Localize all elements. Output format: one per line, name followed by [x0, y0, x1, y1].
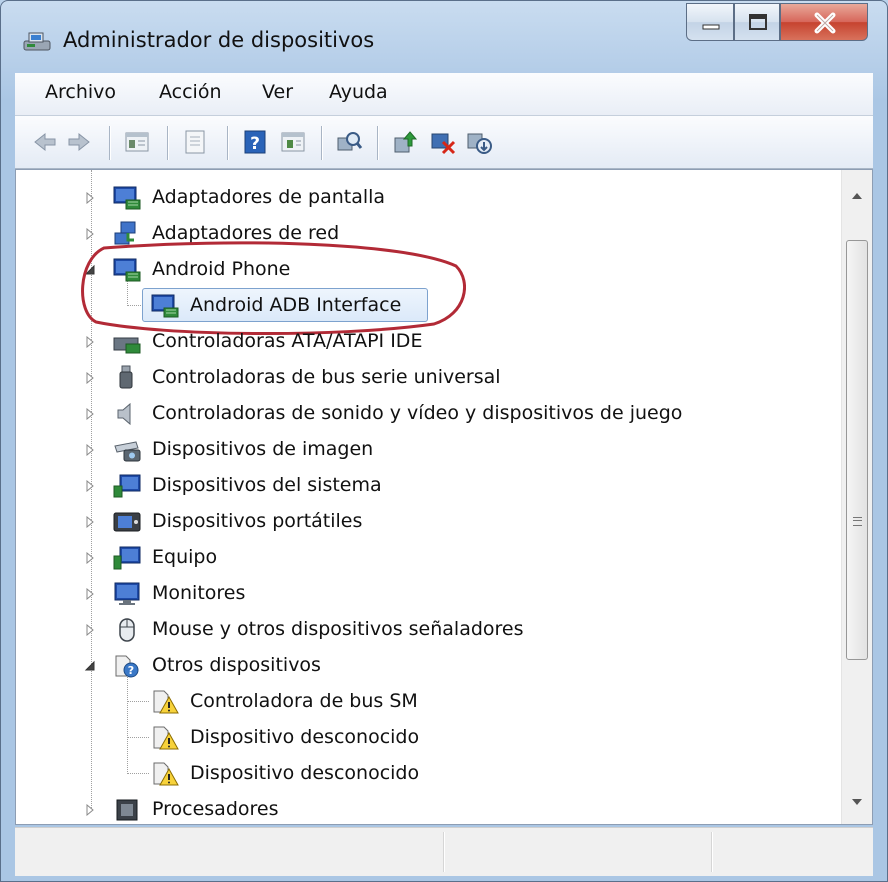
other-devices-icon: ? [115, 655, 139, 678]
tree-item-label: Controladoras de sonido y vídeo y dispos… [152, 402, 683, 424]
tree-item-label: Dispositivo desconocido [190, 762, 420, 784]
help-icon[interactable]: ? [241, 128, 269, 156]
status-bar [15, 827, 873, 876]
scroll-down-arrow-icon[interactable] [851, 798, 863, 806]
menu-accion[interactable]: Acción [159, 81, 222, 103]
processor-icon [116, 799, 138, 821]
grip-icon [853, 517, 862, 526]
tree-item-monitores[interactable]: Monitores [16, 578, 842, 612]
tree-item-otros-dispositivos[interactable]: ? Otros dispositivos [16, 650, 842, 684]
collapse-arrow-icon[interactable] [84, 660, 96, 672]
scroll-up-arrow-icon[interactable] [851, 192, 863, 200]
tree-item-equipo[interactable]: Equipo [16, 542, 842, 576]
tree-item-dispositivos-sistema[interactable]: Dispositivos del sistema [16, 470, 842, 504]
expand-arrow-icon[interactable] [84, 624, 96, 636]
svg-text:?: ? [250, 134, 260, 154]
tree-item-label: Controladoras de bus serie universal [152, 366, 501, 388]
forward-icon[interactable] [65, 128, 93, 156]
expand-arrow-icon[interactable] [84, 552, 96, 564]
tree-item-controladoras-usb[interactable]: Controladoras de bus serie universal [16, 362, 842, 396]
tree-item-label: Mouse y otros dispositivos señaladores [152, 618, 524, 640]
properties-grid-icon[interactable] [123, 128, 151, 156]
tree-item-mouse[interactable]: Mouse y otros dispositivos señaladores [16, 614, 842, 648]
expand-arrow-icon[interactable] [84, 336, 96, 348]
disable-device-icon[interactable] [429, 128, 457, 156]
tree-item-label: Monitores [152, 582, 246, 604]
tree-item-label: Adaptadores de pantalla [152, 186, 386, 208]
menu-bar: Archivo Acción Ver Ayuda [15, 73, 873, 116]
tree-item-controladora-bus-sm[interactable]: Controladora de bus SM [16, 686, 842, 720]
vertical-scrollbar[interactable] [841, 170, 872, 824]
close-icon [814, 12, 836, 34]
expand-arrow-icon[interactable] [84, 480, 96, 492]
minimize-icon [702, 24, 720, 30]
expand-arrow-icon[interactable] [84, 372, 96, 384]
menu-ver[interactable]: Ver [262, 81, 293, 103]
help-panel-icon[interactable] [181, 128, 209, 156]
device-tree[interactable]: Adaptadores de pantalla Adaptadores de r… [15, 169, 873, 825]
ide-controller-icon [113, 337, 141, 354]
scrollbar-thumb[interactable] [846, 240, 868, 660]
tree-item-label: Procesadores [152, 798, 279, 820]
computer-icon [113, 546, 141, 570]
tree-item-label: Controladora de bus SM [190, 690, 418, 712]
device-manager-window: Administrador de dispositivos Archivo Ac… [0, 0, 888, 882]
tree-item-dispositivo-desconocido[interactable]: Dispositivo desconocido [16, 758, 842, 792]
tree-item-dispositivos-imagen[interactable]: Dispositivos de imagen [16, 434, 842, 468]
expand-arrow-icon[interactable] [84, 588, 96, 600]
expand-arrow-icon[interactable] [84, 444, 96, 456]
tree-item-label: Controladoras ATA/ATAPI IDE [152, 330, 423, 352]
update-driver-icon[interactable] [391, 128, 419, 156]
menu-ayuda[interactable]: Ayuda [329, 81, 388, 103]
unknown-device-warning-icon [153, 762, 179, 786]
uninstall-device-icon[interactable] [465, 128, 493, 156]
close-button[interactable] [780, 3, 868, 41]
tree-item-dispositivos-portatiles[interactable]: Dispositivos portátiles [16, 506, 842, 540]
unknown-device-warning-icon [153, 726, 179, 750]
toolbar: ? [15, 116, 873, 169]
maximize-button[interactable] [734, 3, 780, 41]
expand-arrow-icon[interactable] [84, 192, 96, 204]
svg-text:?: ? [128, 664, 134, 677]
tree-item-adaptadores-pantalla[interactable]: Adaptadores de pantalla [16, 182, 842, 216]
usb-controller-icon [119, 365, 133, 389]
window-title: Administrador de dispositivos [63, 28, 375, 52]
minimize-button[interactable] [686, 3, 734, 41]
expand-arrow-icon[interactable] [84, 408, 96, 420]
tree-item-label: Otros dispositivos [152, 654, 321, 676]
monitor-icon [114, 582, 140, 605]
tree-item-controladoras-ata[interactable]: Controladoras ATA/ATAPI IDE [16, 326, 842, 360]
expand-arrow-icon[interactable] [84, 516, 96, 528]
menu-archivo[interactable]: Archivo [45, 81, 116, 103]
unknown-device-warning-icon [153, 690, 179, 714]
tree-item-procesadores[interactable]: Procesadores [16, 794, 842, 828]
mouse-icon [119, 618, 135, 642]
tree-item-label: Dispositivos del sistema [152, 474, 382, 496]
tree-item-label: Dispositivos portátiles [152, 510, 363, 532]
expand-arrow-icon[interactable] [84, 804, 96, 816]
display-adapter-icon [113, 186, 141, 210]
expand-arrow-icon[interactable] [84, 228, 96, 240]
title-bar[interactable]: Administrador de dispositivos [1, 1, 887, 73]
console-icon[interactable] [279, 128, 307, 156]
tree-item-label: Dispositivos de imagen [152, 438, 374, 460]
back-icon[interactable] [31, 128, 59, 156]
highlight-annotation-oval [81, 241, 466, 336]
imaging-device-icon [114, 441, 141, 462]
tree-item-label: Dispositivo desconocido [190, 726, 420, 748]
device-manager-icon [23, 32, 51, 51]
tree-item-dispositivo-desconocido[interactable]: Dispositivo desconocido [16, 722, 842, 756]
system-device-icon [113, 474, 141, 498]
tree-item-label: Equipo [152, 546, 218, 568]
scan-hardware-icon[interactable] [335, 128, 363, 156]
tree-item-controladoras-sonido[interactable]: Controladoras de sonido y vídeo y dispos… [16, 398, 842, 432]
portable-device-icon [113, 512, 141, 532]
sound-icon [117, 402, 131, 426]
maximize-icon [749, 14, 767, 30]
